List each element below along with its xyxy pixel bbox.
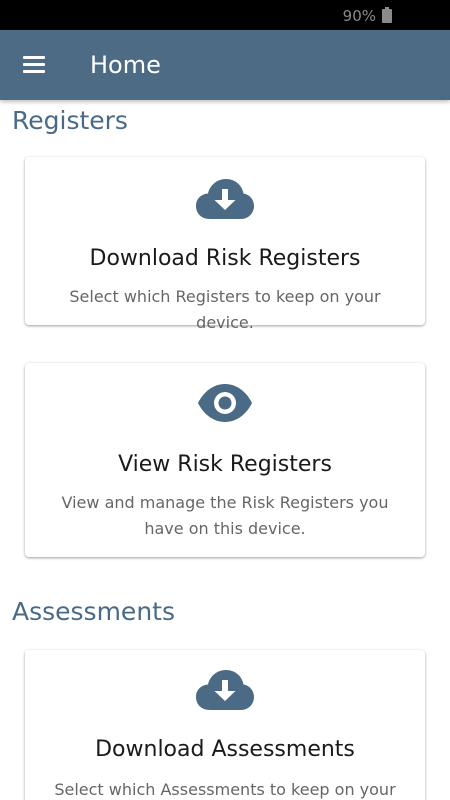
download-assessments-card[interactable]: Download Assessments Select which Assess… [25, 650, 425, 800]
battery-percentage: 90% [342, 7, 376, 25]
card-description: View and manage the Risk Registers you h… [61, 493, 389, 538]
cloud-download-icon [196, 670, 254, 710]
eye-icon [198, 384, 252, 422]
section-title-assessments: Assessments [12, 597, 175, 626]
card-title: View Risk Registers [118, 452, 332, 477]
section-title-registers: Registers [12, 106, 128, 135]
status-bar: 90% [0, 0, 450, 30]
cloud-download-icon [196, 179, 254, 219]
battery-icon [382, 7, 392, 23]
view-risk-registers-card[interactable]: View Risk Registers View and manage the … [25, 363, 425, 557]
download-risk-registers-card[interactable]: Download Risk Registers Select which Reg… [25, 157, 425, 332]
app-bar: Home [0, 30, 450, 100]
page-title: Home [90, 51, 161, 79]
card-title: Download Risk Registers [89, 246, 361, 271]
card-title: Download Assessments [95, 737, 355, 762]
card-description: Select which Registers to keep on your d… [69, 287, 381, 332]
hamburger-menu-icon[interactable] [20, 52, 50, 78]
card-description: Select which Assessments to keep on your [54, 780, 396, 799]
